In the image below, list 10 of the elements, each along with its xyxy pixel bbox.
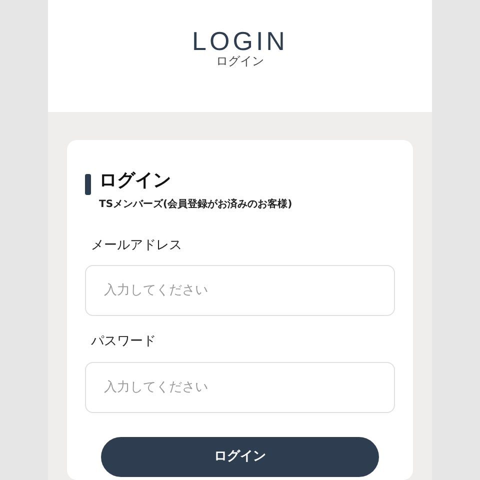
field-label: メールアドレス	[91, 236, 183, 255]
login-button[interactable]: ログイン	[101, 436, 379, 477]
page-title: LOGIN	[192, 28, 288, 54]
form-description: TSメンバーズ(会員登録がお済みのお客様)	[99, 197, 292, 212]
heading-bar	[85, 174, 91, 195]
form-heading: ログイン	[99, 170, 172, 192]
field-label: パスワード	[91, 333, 157, 352]
input-field[interactable]: 入力してください	[85, 265, 395, 316]
input-field[interactable]: 入力してください	[85, 362, 395, 413]
page-subtitle: ログイン	[216, 54, 264, 68]
